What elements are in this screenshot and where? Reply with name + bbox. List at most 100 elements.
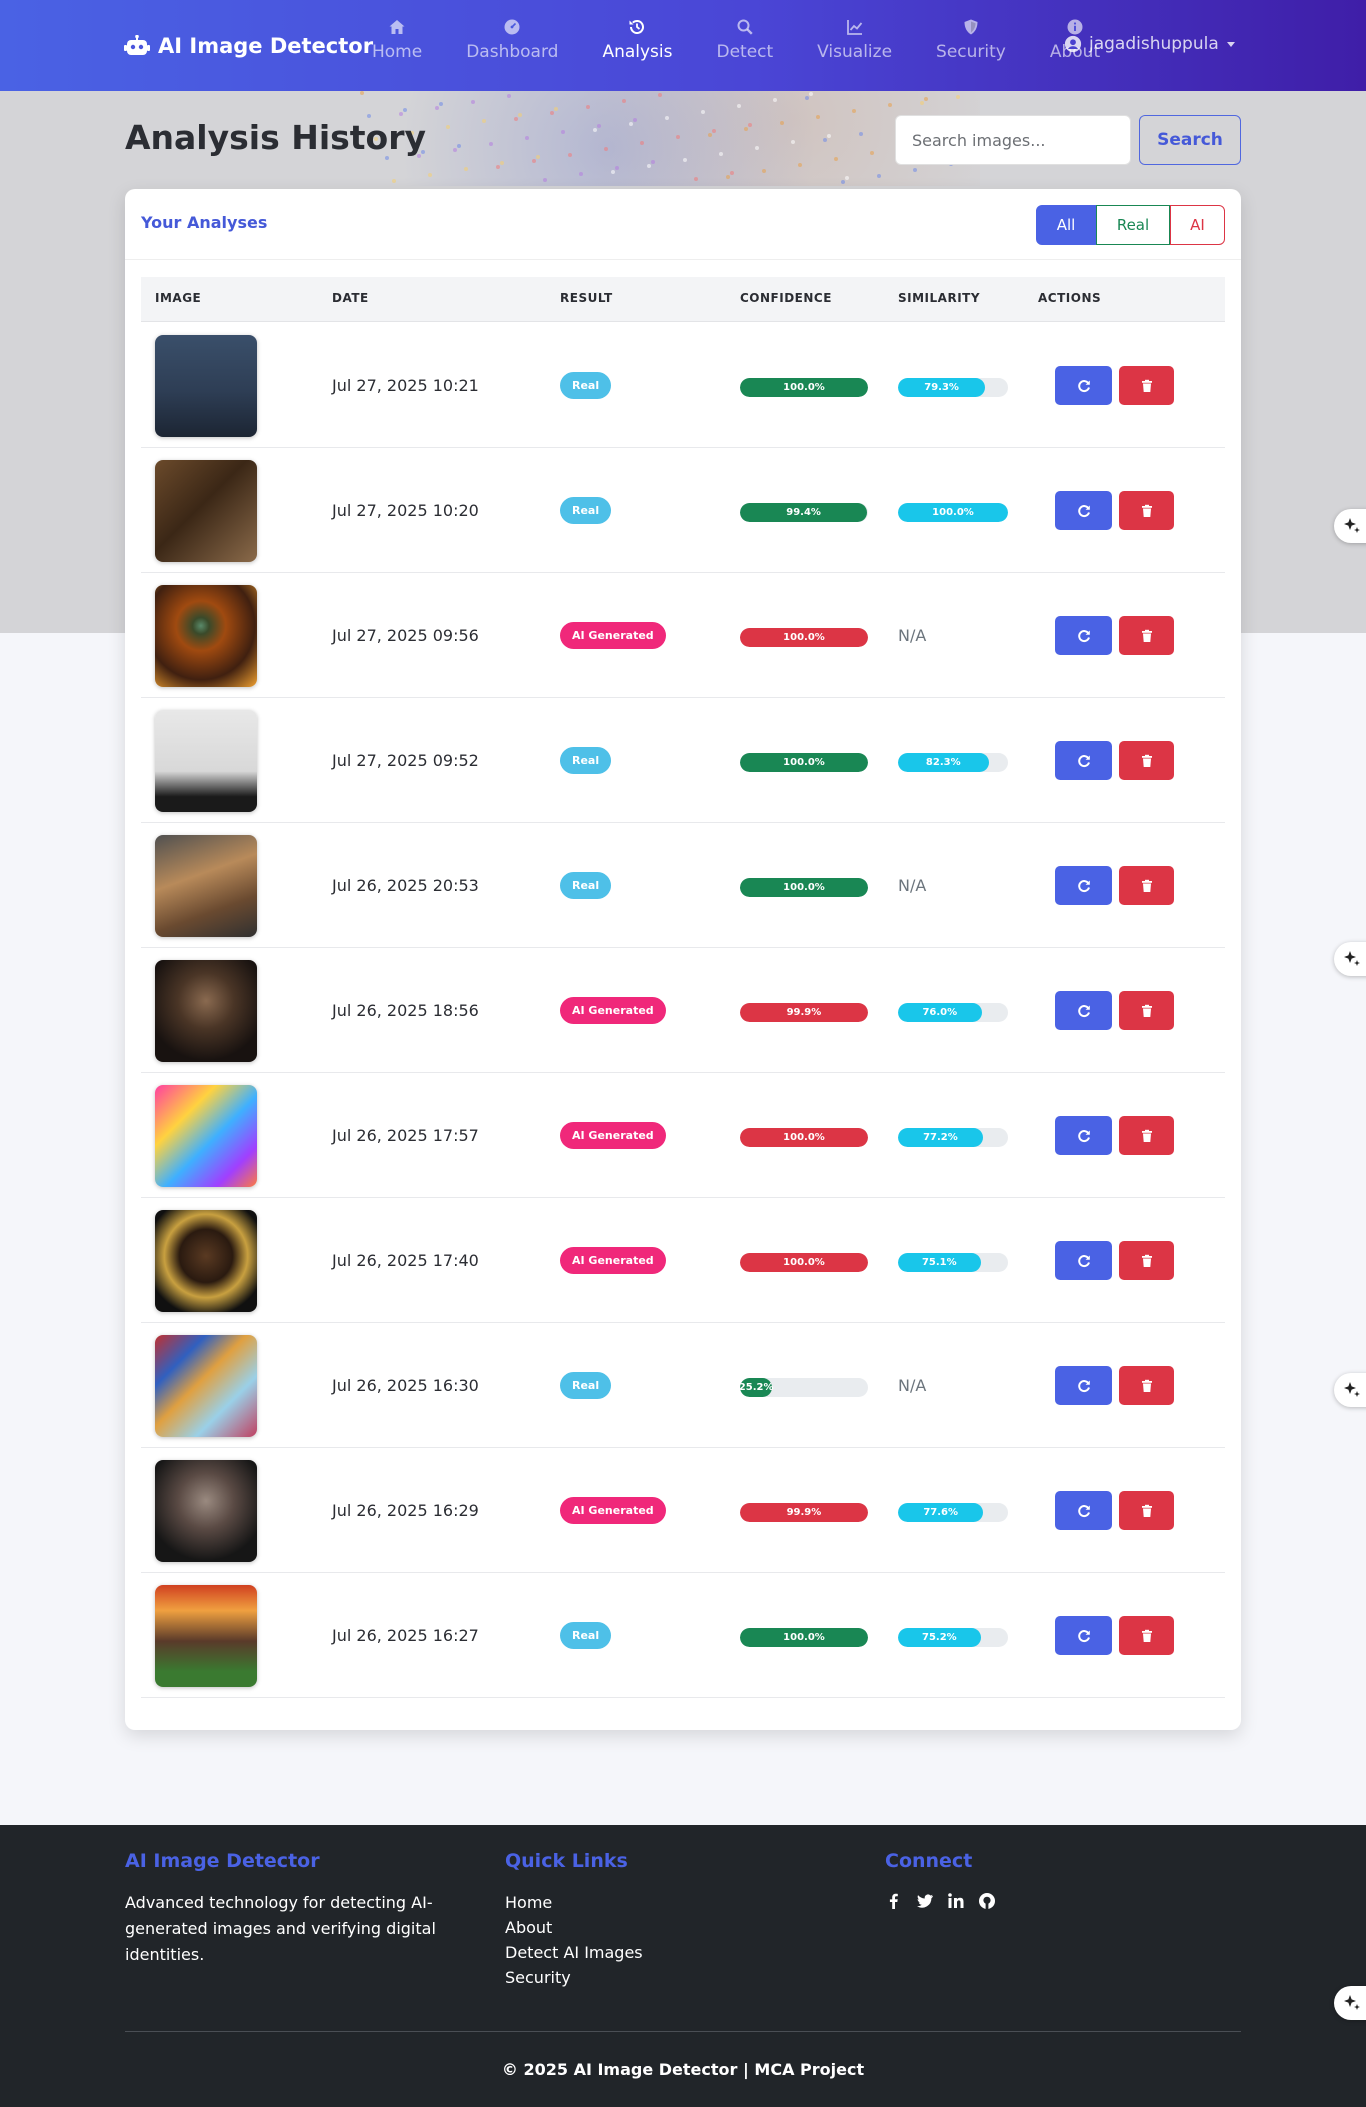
- reanalyze-button[interactable]: [1055, 491, 1112, 530]
- delete-button[interactable]: [1119, 491, 1174, 530]
- footer-connect-title: Connect: [885, 1850, 973, 1872]
- result-badge: AI Generated: [560, 997, 666, 1024]
- assistant-sparkle-button[interactable]: [1334, 1986, 1366, 2020]
- hero-dot: [877, 174, 881, 178]
- nav-item-detect[interactable]: Detect: [716, 18, 773, 62]
- table-row: Jul 27, 2025 09:52 Real 100.0% 82.3%: [141, 698, 1225, 823]
- delete-button[interactable]: [1119, 1616, 1174, 1655]
- similarity-na: N/A: [898, 876, 927, 895]
- hero-dot: [568, 153, 572, 157]
- reanalyze-button[interactable]: [1055, 616, 1112, 655]
- delete-button[interactable]: [1119, 991, 1174, 1030]
- analysis-date: Jul 27, 2025 10:21: [332, 376, 479, 395]
- filter-ai-button[interactable]: AI: [1170, 205, 1225, 245]
- delete-button[interactable]: [1119, 616, 1174, 655]
- hero-dot: [428, 173, 432, 177]
- assistant-sparkle-button[interactable]: [1334, 509, 1366, 543]
- analysis-thumbnail[interactable]: [155, 1085, 257, 1187]
- hero-dot: [730, 171, 734, 175]
- similarity-bar: 75.2%: [898, 1628, 1008, 1647]
- result-badge: AI Generated: [560, 1247, 666, 1274]
- reanalyze-button[interactable]: [1055, 991, 1112, 1030]
- chart-line-icon: [846, 20, 862, 35]
- nav-item-dashboard[interactable]: Dashboard: [466, 18, 558, 62]
- hero-dot: [457, 144, 461, 148]
- analysis-thumbnail[interactable]: [155, 710, 257, 812]
- reanalyze-button[interactable]: [1055, 1616, 1112, 1655]
- hero-dot: [956, 95, 960, 99]
- hero-dot: [683, 158, 687, 162]
- analysis-thumbnail[interactable]: [155, 1585, 257, 1687]
- analysis-thumbnail[interactable]: [155, 1210, 257, 1312]
- confidence-fill: 100.0%: [740, 1628, 868, 1647]
- nav-label: Home: [372, 42, 423, 62]
- analysis-date: Jul 26, 2025 17:40: [332, 1251, 479, 1270]
- analysis-thumbnail[interactable]: [155, 1335, 257, 1437]
- reanalyze-button[interactable]: [1055, 1366, 1112, 1405]
- hero-dot: [748, 123, 752, 127]
- nav-item-visualize[interactable]: Visualize: [817, 18, 892, 62]
- reanalyze-button[interactable]: [1055, 1116, 1112, 1155]
- hero-dot: [586, 105, 590, 109]
- nav-item-home[interactable]: Home: [372, 18, 422, 62]
- footer-link-detect[interactable]: Detect AI Images: [505, 1940, 643, 1965]
- nav-item-security[interactable]: Security: [936, 18, 1006, 62]
- delete-button[interactable]: [1119, 866, 1174, 905]
- footer-link-about[interactable]: About: [505, 1915, 643, 1940]
- delete-button[interactable]: [1119, 1241, 1174, 1280]
- footer: AI Image Detector Advanced technology fo…: [0, 1825, 1366, 2107]
- refresh-icon: [1077, 1629, 1090, 1642]
- delete-button[interactable]: [1119, 1116, 1174, 1155]
- delete-button[interactable]: [1119, 1366, 1174, 1405]
- result-badge: Real: [560, 872, 612, 899]
- analysis-date: Jul 27, 2025 09:52: [332, 751, 479, 770]
- reanalyze-button[interactable]: [1055, 866, 1112, 905]
- filter-all-button[interactable]: All: [1036, 205, 1096, 245]
- linkedin-icon[interactable]: [947, 1892, 965, 1910]
- analysis-date: Jul 26, 2025 16:29: [332, 1501, 479, 1520]
- hero-dot: [360, 91, 364, 95]
- hero-dot: [514, 117, 518, 121]
- reanalyze-button[interactable]: [1055, 366, 1112, 405]
- delete-button[interactable]: [1119, 741, 1174, 780]
- hero-dot: [543, 178, 547, 182]
- analysis-thumbnail[interactable]: [155, 585, 257, 687]
- hero-dot: [694, 177, 698, 181]
- reanalyze-button[interactable]: [1055, 1491, 1112, 1530]
- footer-about-text: Advanced technology for detecting AI-gen…: [125, 1893, 436, 1964]
- facebook-icon[interactable]: [885, 1892, 903, 1910]
- table-row: Jul 27, 2025 10:20 Real 99.4% 100.0%: [141, 448, 1225, 573]
- analysis-thumbnail[interactable]: [155, 1460, 257, 1562]
- confidence-bar: 99.9%: [740, 1503, 868, 1522]
- nav-item-analysis[interactable]: Analysis: [602, 18, 672, 62]
- search-input[interactable]: [895, 115, 1131, 165]
- brand-link[interactable]: AI Image Detector: [124, 28, 373, 64]
- analysis-date: Jul 26, 2025 16:27: [332, 1626, 479, 1645]
- confidence-bar: 100.0%: [740, 628, 868, 647]
- github-icon[interactable]: [978, 1892, 996, 1910]
- delete-button[interactable]: [1119, 1491, 1174, 1530]
- analysis-thumbnail[interactable]: [155, 460, 257, 562]
- table-row: Jul 26, 2025 16:27 Real 100.0% 75.2%: [141, 1573, 1225, 1698]
- assistant-sparkle-button[interactable]: [1334, 1373, 1366, 1407]
- twitter-icon[interactable]: [916, 1892, 934, 1910]
- card-divider: [125, 259, 1241, 260]
- reanalyze-button[interactable]: [1055, 1241, 1112, 1280]
- assistant-sparkle-button[interactable]: [1334, 942, 1366, 976]
- analysis-thumbnail[interactable]: [155, 335, 257, 437]
- hero-dot: [744, 127, 748, 131]
- search-button[interactable]: Search: [1139, 115, 1241, 165]
- footer-link-home[interactable]: Home: [505, 1890, 643, 1915]
- reanalyze-button[interactable]: [1055, 741, 1112, 780]
- hero-dot: [726, 175, 730, 179]
- header-date: DATE: [332, 291, 369, 305]
- delete-button[interactable]: [1119, 366, 1174, 405]
- result-badge: Real: [560, 372, 612, 399]
- footer-link-security[interactable]: Security: [505, 1965, 643, 1990]
- user-menu[interactable]: jagadishuppula: [1064, 34, 1235, 54]
- analysis-thumbnail[interactable]: [155, 835, 257, 937]
- analysis-thumbnail[interactable]: [155, 960, 257, 1062]
- similarity-fill: 77.2%: [898, 1128, 983, 1147]
- result-badge: Real: [560, 1622, 612, 1649]
- filter-real-button[interactable]: Real: [1096, 205, 1170, 245]
